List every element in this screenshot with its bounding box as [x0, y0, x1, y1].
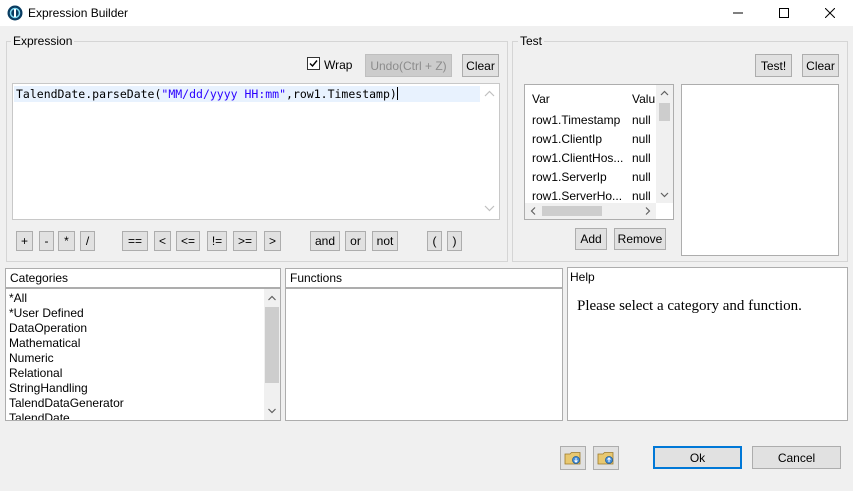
operator-multiply-button[interactable]: *: [58, 231, 75, 251]
test-clear-button[interactable]: Clear: [802, 54, 839, 77]
list-item[interactable]: *User Defined: [9, 306, 84, 320]
ok-button[interactable]: Ok: [653, 446, 742, 469]
table-vertical-scrollbar[interactable]: [656, 85, 673, 203]
operator-not-equal-button[interactable]: !=: [207, 231, 227, 251]
column-header-var: Var: [532, 92, 550, 106]
operator-open-paren-button[interactable]: (: [427, 231, 442, 251]
list-item[interactable]: Numeric: [9, 351, 54, 365]
column-header-value: Valu: [632, 92, 656, 106]
operator-close-paren-button[interactable]: ): [447, 231, 462, 251]
minimize-button[interactable]: [715, 0, 761, 26]
list-item[interactable]: TalendDataGenerator: [9, 396, 124, 410]
text-caret: [396, 87, 398, 100]
code-prefix: TalendDate.parseDate(: [16, 87, 162, 101]
help-text: Please select a category and function.: [577, 298, 802, 314]
editor-scrollbar[interactable]: [480, 84, 499, 219]
expression-code: TalendDate.parseDate("MM/dd/yyyy HH:mm",…: [16, 87, 398, 101]
expression-legend: Expression: [11, 34, 75, 48]
wrap-label: Wrap: [324, 58, 353, 72]
table-cell-value: null: [632, 170, 651, 184]
expression-clear-button[interactable]: Clear: [462, 54, 499, 77]
minimize-icon: [733, 12, 743, 14]
test-variables-table[interactable]: Var Valu row1.Timestamp null row1.Client…: [524, 84, 674, 220]
list-item[interactable]: *All: [9, 291, 27, 305]
talend-icon: [7, 5, 23, 21]
operator-divide-button[interactable]: /: [80, 231, 95, 251]
scroll-arrows-icon: [660, 90, 669, 198]
export-icon: [597, 452, 614, 465]
operator-and-button[interactable]: and: [310, 231, 340, 251]
test-legend: Test: [518, 34, 545, 48]
table-horizontal-scrollbar[interactable]: [525, 203, 656, 219]
maximize-button[interactable]: [761, 0, 807, 26]
help-panel: Help Please select a category and functi…: [567, 267, 848, 421]
maximize-icon: [779, 8, 789, 18]
checkmark-icon: [309, 60, 318, 68]
table-row[interactable]: row1.ClientHos...: [532, 151, 623, 165]
code-suffix: ,row1.Timestamp): [286, 87, 397, 101]
code-string: "MM/dd/yyyy HH:mm": [161, 87, 287, 101]
close-button[interactable]: [807, 0, 853, 26]
functions-header: Functions: [285, 268, 563, 288]
remove-button[interactable]: Remove: [614, 228, 666, 250]
operator-less-button[interactable]: <: [154, 231, 171, 251]
operator-greater-button[interactable]: >: [264, 231, 281, 251]
table-cell-value: null: [632, 132, 651, 146]
list-item[interactable]: StringHandling: [9, 381, 88, 395]
operator-minus-button[interactable]: -: [39, 231, 54, 251]
test-result-area[interactable]: [681, 84, 839, 256]
table-row[interactable]: row1.ServerHo...: [532, 189, 622, 203]
import-icon: [564, 452, 581, 465]
categories-header: Categories: [5, 268, 281, 288]
table-cell-value: null: [632, 151, 651, 165]
import-button[interactable]: [560, 446, 586, 470]
operator-less-equal-button[interactable]: <=: [176, 231, 200, 251]
undo-button[interactable]: Undo(Ctrl + Z): [365, 54, 452, 77]
list-item[interactable]: TalendDate: [9, 411, 70, 420]
operator-or-button[interactable]: or: [345, 231, 366, 251]
add-button[interactable]: Add: [575, 228, 607, 250]
title-bar: Expression Builder: [0, 0, 853, 26]
cancel-button[interactable]: Cancel: [752, 446, 841, 469]
operator-not-button[interactable]: not: [372, 231, 398, 251]
table-row[interactable]: row1.ServerIp: [532, 170, 607, 184]
operator-plus-button[interactable]: +: [16, 231, 33, 251]
categories-list[interactable]: *All *User Defined DataOperation Mathema…: [5, 288, 281, 421]
expression-editor[interactable]: TalendDate.parseDate("MM/dd/yyyy HH:mm",…: [12, 83, 500, 220]
operator-equals-button[interactable]: ==: [122, 231, 148, 251]
table-row[interactable]: row1.Timestamp: [532, 113, 620, 127]
categories-scrollbar[interactable]: [264, 289, 280, 420]
scroll-arrows-icon: [268, 295, 276, 414]
list-item[interactable]: DataOperation: [9, 321, 87, 335]
list-item[interactable]: Relational: [9, 366, 62, 380]
table-cell-value: null: [632, 189, 651, 203]
scroll-arrows-icon: [530, 207, 651, 215]
scroll-arrows-icon: [484, 90, 495, 212]
window-title: Expression Builder: [28, 6, 129, 20]
test-run-button[interactable]: Test!: [755, 54, 792, 77]
table-row[interactable]: row1.ClientIp: [532, 132, 602, 146]
operator-greater-equal-button[interactable]: >=: [233, 231, 257, 251]
table-cell-value: null: [632, 113, 651, 127]
export-button[interactable]: [593, 446, 619, 470]
close-icon: [825, 8, 835, 18]
help-header: Help: [570, 270, 595, 284]
functions-list[interactable]: [285, 288, 563, 421]
list-item[interactable]: Mathematical: [9, 336, 80, 350]
wrap-checkbox[interactable]: [307, 57, 320, 70]
